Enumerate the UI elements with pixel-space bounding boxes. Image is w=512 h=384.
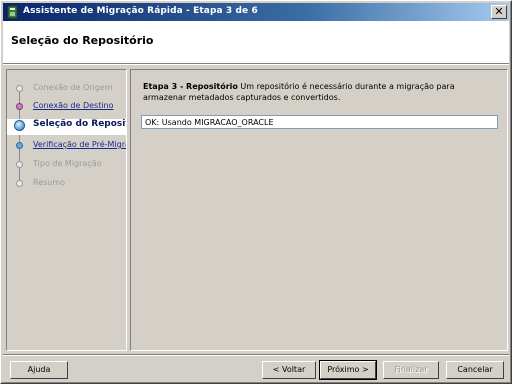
wizard-window: Assistente de Migração Rápida - Etapa 3 … <box>0 0 512 384</box>
content-panel: Etapa 3 - Repositório Um repositório é n… <box>130 69 508 351</box>
step-label[interactable]: Verificação de Pré-Migração <box>33 140 126 149</box>
step-item-premigration-check[interactable]: Verificação de Pré-Migração <box>7 139 126 153</box>
step-item-summary: Resumo <box>7 177 126 191</box>
back-button[interactable]: < Voltar <box>262 361 316 379</box>
step-item-source-connection: Conexão de Origem <box>7 82 126 96</box>
step-label: Resumo <box>33 178 66 187</box>
step-label: Conexão de Origem <box>33 83 113 92</box>
step-item-migration-type: Tipo de Migração <box>7 158 126 172</box>
repository-status-value: OK: Usando MIGRACAO_ORACLE <box>145 118 274 127</box>
wizard-header: Seleção do Repositório <box>3 21 509 63</box>
close-button[interactable]: ✕ <box>491 5 507 19</box>
help-button[interactable]: Ajuda <box>10 361 68 379</box>
next-button[interactable]: Próximo > <box>319 360 377 380</box>
step-heading: Etapa 3 - Repositório <box>143 82 238 91</box>
step-label: Seleção do Repositório <box>33 119 126 129</box>
header-divider <box>3 63 509 65</box>
window-title: Assistente de Migração Rápida - Etapa 3 … <box>23 6 258 16</box>
step-done-icon <box>16 103 23 110</box>
app-wizard-icon <box>6 5 20 19</box>
step-item-destination-connection[interactable]: Conexão de Destino <box>7 100 126 114</box>
step-next-icon <box>16 142 23 149</box>
title-bar[interactable]: Assistente de Migração Rápida - Etapa 3 … <box>3 3 509 21</box>
steps-panel: Conexão de Origem Conexão de Destino Sel… <box>6 69 127 351</box>
step-label: Tipo de Migração <box>33 159 102 168</box>
footer-divider <box>3 354 509 356</box>
repository-status-field[interactable]: OK: Usando MIGRACAO_ORACLE <box>141 115 498 129</box>
page-title: Seleção do Repositório <box>11 34 154 47</box>
step-item-repository-selection: Seleção do Repositório <box>7 119 126 135</box>
cancel-button[interactable]: Cancelar <box>446 361 504 379</box>
finish-button[interactable]: Finalizar <box>383 361 439 379</box>
step-disabled-icon <box>16 180 23 187</box>
step-disabled-icon <box>16 85 23 92</box>
step-current-icon <box>14 120 25 131</box>
step-label[interactable]: Conexão de Destino <box>33 101 114 110</box>
step-description: Etapa 3 - Repositório Um repositório é n… <box>143 81 498 103</box>
step-disabled-icon <box>16 161 23 168</box>
